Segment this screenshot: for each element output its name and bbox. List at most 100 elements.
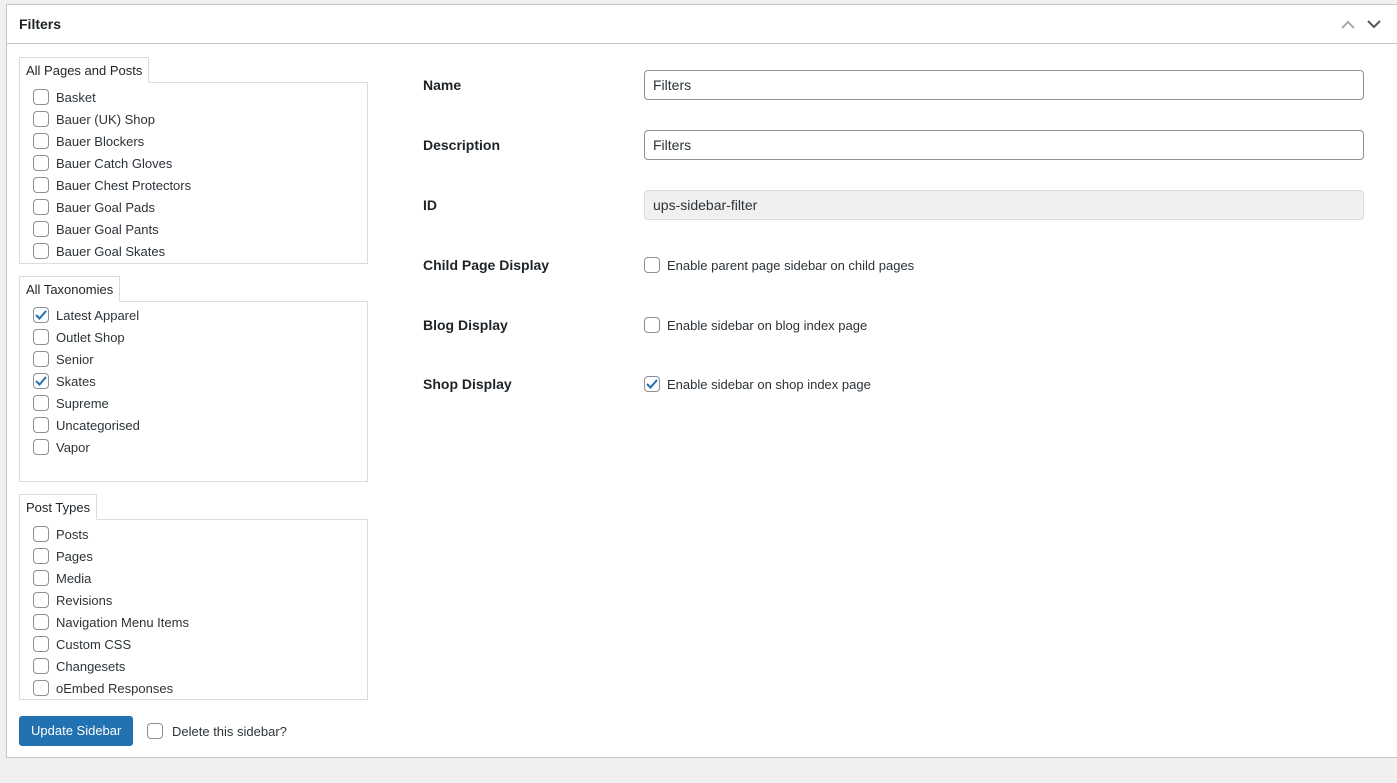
list-item-label: Changesets: [56, 658, 126, 674]
list-item[interactable]: Skates: [20, 370, 367, 392]
list-item-checkbox[interactable]: [33, 417, 49, 433]
list-item-checkbox[interactable]: [33, 177, 49, 193]
list-item[interactable]: Supreme: [20, 392, 367, 414]
list-item-label: oEmbed Responses: [56, 680, 174, 696]
list-item[interactable]: Changesets: [20, 655, 367, 677]
postbox-header: Filters: [7, 5, 1397, 44]
list-item-checkbox[interactable]: [33, 221, 49, 237]
list-item-checkbox[interactable]: [33, 155, 49, 171]
move-down-button[interactable]: [1363, 13, 1385, 35]
list-item-label: Custom CSS: [56, 636, 132, 652]
list-item[interactable]: oEmbed Responses: [20, 677, 367, 699]
update-sidebar-button[interactable]: Update Sidebar: [19, 716, 134, 746]
list-item-checkbox[interactable]: [33, 111, 49, 127]
chevron-up-icon: [1341, 20, 1355, 29]
delete-sidebar-checkbox[interactable]: [147, 723, 163, 739]
child-page-option[interactable]: Enable parent page sidebar on child page…: [644, 257, 914, 273]
list-item-label: Posts: [56, 526, 89, 542]
id-input[interactable]: [644, 190, 1364, 220]
child-page-label: Child Page Display: [423, 257, 550, 273]
list-item[interactable]: Custom CSS: [20, 633, 367, 655]
blog-checkbox[interactable]: [644, 317, 660, 333]
pages-posts-tab[interactable]: All Pages and Posts: [19, 57, 150, 83]
list-item-checkbox[interactable]: [33, 592, 49, 608]
id-label: ID: [423, 197, 437, 213]
list-item-label: Bauer Chest Protectors: [56, 177, 192, 193]
list-item-checkbox[interactable]: [33, 373, 49, 389]
list-item-checkbox[interactable]: [33, 243, 49, 259]
delete-sidebar-option[interactable]: Delete this sidebar?: [147, 723, 287, 739]
id-row: ID: [423, 190, 1364, 220]
blog-text: Enable sidebar on blog index page: [667, 317, 868, 333]
list-item-checkbox[interactable]: [33, 570, 49, 586]
child-page-text: Enable parent page sidebar on child page…: [667, 257, 915, 273]
list-item-checkbox[interactable]: [33, 658, 49, 674]
post-types-list[interactable]: Posts Pages Media Revisions Navigation Menu …: [19, 519, 368, 700]
pages-posts-list[interactable]: Basket Bauer (UK) Shop Bauer Blockers Bauer…: [19, 82, 368, 264]
list-item[interactable]: Revisions: [20, 589, 367, 611]
chevron-down-icon: [1367, 19, 1381, 28]
list-item[interactable]: Senior: [20, 348, 367, 370]
list-item[interactable]: Bauer Chest Protectors: [20, 174, 367, 196]
list-item-label: Bauer Blockers: [56, 133, 145, 149]
list-item-checkbox[interactable]: [33, 680, 49, 696]
list-item-label: Vapor: [56, 439, 90, 455]
name-input[interactable]: [644, 70, 1364, 100]
list-item-checkbox[interactable]: [33, 395, 49, 411]
list-item[interactable]: Outlet Shop: [20, 326, 367, 348]
list-item[interactable]: Posts: [20, 523, 367, 545]
list-item-checkbox[interactable]: [33, 614, 49, 630]
child-page-checkbox[interactable]: [644, 257, 660, 273]
sidebar-postbox: Filters All Pages and Posts Basket Bauer …: [6, 4, 1397, 758]
taxonomies-tab[interactable]: All Taxonomies: [19, 276, 121, 302]
list-item-checkbox[interactable]: [33, 133, 49, 149]
list-item-label: Outlet Shop: [56, 329, 125, 345]
list-item-checkbox[interactable]: [33, 636, 49, 652]
list-item-checkbox[interactable]: [33, 351, 49, 367]
move-up-button[interactable]: [1337, 13, 1359, 35]
list-item-checkbox[interactable]: [33, 89, 49, 105]
list-item[interactable]: Pages: [20, 545, 367, 567]
shop-label: Shop Display: [423, 376, 512, 392]
checkmark-icon: [35, 310, 47, 320]
list-item[interactable]: Bauer (UK) Shop: [20, 108, 367, 130]
list-item-label: Skates: [56, 373, 96, 389]
list-item-label: Media: [56, 570, 92, 586]
description-input[interactable]: [644, 130, 1364, 160]
blog-option[interactable]: Enable sidebar on blog index page: [644, 317, 867, 333]
shop-checkbox[interactable]: [644, 376, 660, 392]
list-item[interactable]: Bauer Goal Pants: [20, 218, 367, 240]
shop-option[interactable]: Enable sidebar on shop index page: [644, 376, 871, 392]
list-item[interactable]: Basket: [20, 86, 367, 108]
list-item-checkbox[interactable]: [33, 199, 49, 215]
list-item-label: Uncategorised: [56, 417, 140, 433]
list-item-label: Supreme: [56, 395, 109, 411]
list-item[interactable]: Bauer Goal Pads: [20, 196, 367, 218]
list-item-checkbox[interactable]: [33, 329, 49, 345]
list-item-label: Navigation Menu Items: [56, 614, 189, 630]
list-item-label: Bauer Goal Pads: [56, 199, 156, 215]
list-item-label: Latest Apparel: [56, 307, 140, 323]
delete-sidebar-text: Delete this sidebar?: [172, 723, 287, 739]
list-item[interactable]: Latest Apparel: [20, 304, 367, 326]
list-item[interactable]: Uncategorised: [20, 414, 367, 436]
list-item-checkbox[interactable]: [33, 526, 49, 542]
child-page-row: Child Page Display Enable parent page si…: [423, 250, 1364, 280]
list-item[interactable]: Bauer Catch Gloves: [20, 152, 367, 174]
list-item-checkbox[interactable]: [33, 439, 49, 455]
post-types-tab[interactable]: Post Types: [19, 494, 98, 520]
list-item[interactable]: Media: [20, 567, 367, 589]
list-item-label: Bauer Goal Pants: [56, 221, 159, 237]
list-item[interactable]: Bauer Goal Skates: [20, 240, 367, 262]
list-item[interactable]: Navigation Menu Items: [20, 611, 367, 633]
list-item[interactable]: Vapor: [20, 436, 367, 458]
description-label: Description: [423, 137, 501, 153]
list-item-label: Senior: [56, 351, 94, 367]
description-row: Description: [423, 130, 1364, 160]
name-label: Name: [423, 77, 462, 93]
blog-label: Blog Display: [423, 317, 508, 333]
taxonomies-list[interactable]: Latest Apparel Outlet Shop Senior Skates Sup…: [19, 301, 368, 482]
list-item-checkbox[interactable]: [33, 548, 49, 564]
list-item-checkbox[interactable]: [33, 307, 49, 323]
list-item[interactable]: Bauer Blockers: [20, 130, 367, 152]
